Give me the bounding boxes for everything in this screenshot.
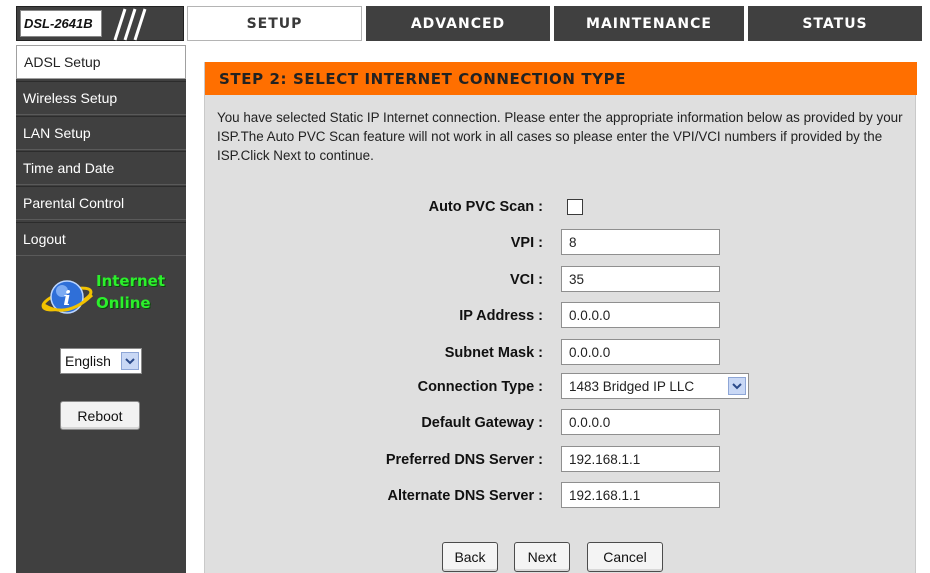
vpi-row: VPI : 8 bbox=[205, 229, 917, 257]
svg-text:i: i bbox=[63, 286, 71, 310]
sidebar-item-logout[interactable]: Logout bbox=[16, 222, 186, 256]
page-title: STEP 2: SELECT INTERNET CONNECTION TYPE bbox=[205, 62, 917, 95]
alternate-dns-row: Alternate DNS Server : 192.168.1.1 bbox=[205, 482, 917, 510]
chevron-down-icon bbox=[121, 352, 139, 370]
tab-status-label: STATUS bbox=[802, 15, 868, 32]
sidebar-item-label: Parental Control bbox=[23, 195, 125, 211]
tab-setup-label: SETUP bbox=[246, 15, 303, 32]
sidebar-item-label: Wireless Setup bbox=[23, 90, 118, 106]
tab-setup[interactable]: SETUP bbox=[187, 6, 362, 41]
vpi-label: VPI : bbox=[510, 235, 543, 251]
sidebar-item-label: LAN Setup bbox=[23, 125, 91, 141]
brand-slashes-icon bbox=[113, 8, 147, 41]
sidebar-item-time-and-date[interactable]: Time and Date bbox=[16, 151, 186, 185]
vci-input[interactable]: 35 bbox=[561, 266, 720, 292]
ip-address-input[interactable]: 0.0.0.0 bbox=[561, 302, 720, 328]
language-select[interactable]: English bbox=[60, 348, 142, 374]
sidebar-item-label: Time and Date bbox=[23, 160, 115, 176]
tab-maintenance-label: MAINTENANCE bbox=[586, 15, 712, 32]
sidebar-item-wireless-setup[interactable]: Wireless Setup bbox=[16, 81, 186, 115]
connection-type-value: 1483 Bridged IP LLC bbox=[569, 378, 695, 394]
sidebar-item-label: Logout bbox=[23, 231, 66, 247]
preferred-dns-row: Preferred DNS Server : 192.168.1.1 bbox=[205, 446, 917, 474]
model-logo: DSL-2641B bbox=[20, 10, 102, 37]
tab-status[interactable]: STATUS bbox=[748, 6, 922, 41]
ip-address-label: IP Address : bbox=[459, 308, 543, 324]
sidebar-item-adsl-setup[interactable]: ADSL Setup bbox=[16, 45, 186, 79]
back-button[interactable]: Back bbox=[442, 542, 498, 572]
internet-status: i Internet Online bbox=[40, 270, 180, 326]
sidebar-item-lan-setup[interactable]: LAN Setup bbox=[16, 116, 186, 150]
tab-advanced[interactable]: ADVANCED bbox=[366, 6, 550, 41]
connection-type-row: Connection Type : 1483 Bridged IP LLC bbox=[205, 373, 917, 401]
reboot-button[interactable]: Reboot bbox=[60, 401, 140, 430]
cancel-button-label: Cancel bbox=[603, 549, 647, 565]
default-gateway-label: Default Gateway : bbox=[421, 415, 543, 431]
page-title-text: STEP 2: SELECT INTERNET CONNECTION TYPE bbox=[219, 69, 627, 88]
default-gateway-row: Default Gateway : 0.0.0.0 bbox=[205, 409, 917, 437]
internet-status-line2: Online bbox=[96, 294, 151, 312]
reboot-button-label: Reboot bbox=[77, 407, 123, 424]
model-name: DSL-2641B bbox=[24, 16, 93, 31]
internet-globe-icon: i bbox=[41, 280, 94, 314]
auto-pvc-checkbox[interactable] bbox=[567, 199, 583, 215]
alternate-dns-input[interactable]: 192.168.1.1 bbox=[561, 482, 720, 508]
next-button-label: Next bbox=[527, 549, 557, 565]
sidebar-item-label: ADSL Setup bbox=[24, 54, 101, 70]
tab-advanced-label: ADVANCED bbox=[410, 15, 506, 32]
vci-label: VCI : bbox=[509, 272, 543, 288]
subnet-mask-input[interactable]: 0.0.0.0 bbox=[561, 339, 720, 365]
router-admin-page: DSL-2641B SETUP ADVANCED MAINTENANCE STA… bbox=[0, 0, 930, 573]
auto-pvc-label: Auto PVC Scan : bbox=[428, 199, 543, 215]
cancel-button[interactable]: Cancel bbox=[587, 542, 663, 572]
preferred-dns-input[interactable]: 192.168.1.1 bbox=[561, 446, 720, 472]
subnet-mask-row: Subnet Mask : 0.0.0.0 bbox=[205, 339, 917, 367]
main-panel: STEP 2: SELECT INTERNET CONNECTION TYPE … bbox=[204, 62, 917, 573]
sidebar-item-parental-control[interactable]: Parental Control bbox=[16, 186, 186, 220]
chevron-down-icon bbox=[728, 377, 746, 395]
tab-maintenance[interactable]: MAINTENANCE bbox=[554, 6, 744, 41]
vci-row: VCI : 35 bbox=[205, 266, 917, 294]
connection-type-select[interactable]: 1483 Bridged IP LLC bbox=[561, 373, 749, 399]
intro-text: You have selected Static IP Internet con… bbox=[217, 110, 903, 163]
connection-type-label: Connection Type : bbox=[417, 379, 543, 395]
back-button-label: Back bbox=[454, 549, 486, 565]
preferred-dns-label: Preferred DNS Server : bbox=[385, 452, 543, 468]
auto-pvc-row: Auto PVC Scan : bbox=[205, 193, 917, 221]
vpi-input[interactable]: 8 bbox=[561, 229, 720, 255]
internet-status-text: Internet Online bbox=[96, 270, 165, 314]
brand-block: DSL-2641B bbox=[16, 6, 184, 41]
internet-status-line1: Internet bbox=[96, 272, 166, 290]
alternate-dns-label: Alternate DNS Server : bbox=[387, 488, 543, 504]
language-select-value: English bbox=[65, 353, 111, 369]
next-button[interactable]: Next bbox=[514, 542, 570, 572]
subnet-mask-label: Subnet Mask : bbox=[444, 345, 543, 361]
default-gateway-input[interactable]: 0.0.0.0 bbox=[561, 409, 720, 435]
ip-address-row: IP Address : 0.0.0.0 bbox=[205, 302, 917, 330]
sidebar: ADSL Setup Wireless Setup LAN Setup Time… bbox=[16, 45, 186, 573]
